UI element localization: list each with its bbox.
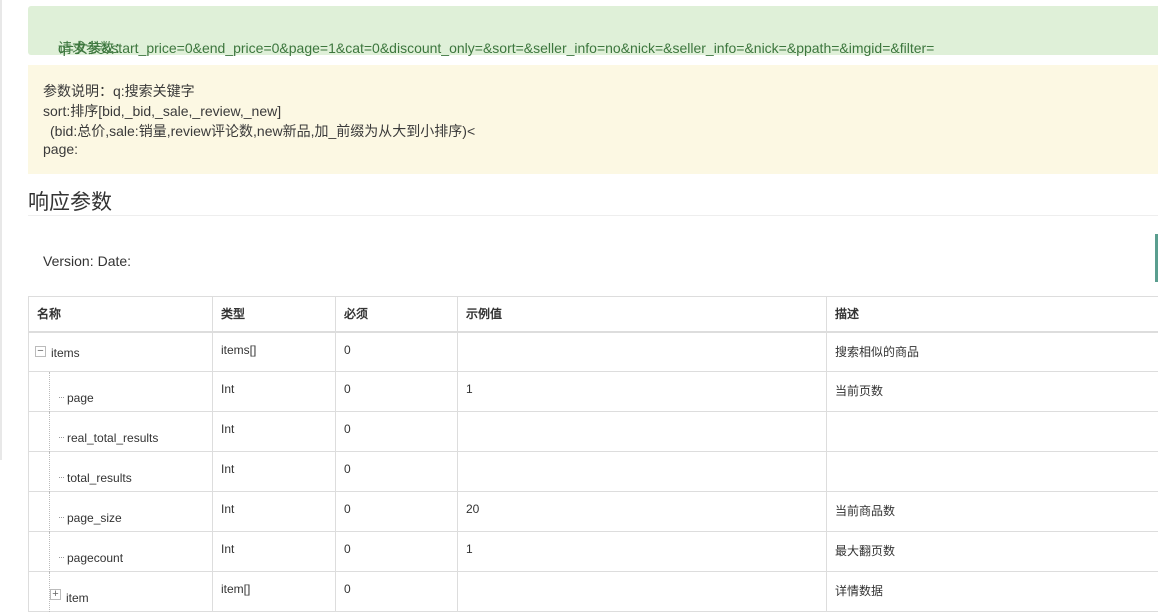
table-header-row: 名称 类型 必须 示例值 描述 xyxy=(29,297,1158,332)
tree-branch-line xyxy=(59,517,64,519)
table-row: total_results Int 0 xyxy=(29,452,1158,492)
row-name: item xyxy=(66,591,89,605)
param-description-box: 参数说明：q:搜索关键字 sort:排序[bid,_bid,_sale,_rev… xyxy=(28,65,1158,174)
header-required: 必须 xyxy=(336,297,458,332)
tree-branch-line xyxy=(59,477,64,479)
row-example: 1 xyxy=(458,372,827,412)
tree-guide-line xyxy=(49,492,51,532)
tree-branch-line xyxy=(59,397,64,399)
version-info: Version:Date: xyxy=(43,253,135,269)
param-desc-line-sort-detail: (bid:总价,sale:销量,review评论数,new新品,加_前缀为从大到… xyxy=(50,121,475,141)
left-rail xyxy=(0,0,2,460)
row-name-cell: page xyxy=(29,372,213,412)
row-example: 1 xyxy=(458,532,827,572)
row-required: 0 xyxy=(336,452,458,492)
row-type: Int xyxy=(213,372,336,412)
row-required: 0 xyxy=(336,532,458,572)
row-example: 20 xyxy=(458,492,827,532)
table-row: page Int 0 1 当前页数 xyxy=(29,372,1158,412)
header-name: 名称 xyxy=(29,297,213,332)
row-name-cell: − items xyxy=(29,332,213,372)
row-desc: 当前商品数 xyxy=(827,492,1158,532)
row-required: 0 xyxy=(336,372,458,412)
row-required: 0 xyxy=(336,332,458,372)
row-name: pagecount xyxy=(67,551,123,565)
row-type: Int xyxy=(213,412,336,452)
row-name-cell: page_size xyxy=(29,492,213,532)
row-desc: 搜索相似的商品 xyxy=(827,332,1158,372)
header-type: 类型 xyxy=(213,297,336,332)
row-name-cell: real_total_results xyxy=(29,412,213,452)
table-row: − items items[] 0 搜索相似的商品 xyxy=(29,332,1158,372)
row-desc: 最大翻页数 xyxy=(827,532,1158,572)
row-type: Int xyxy=(213,532,336,572)
table-row: real_total_results Int 0 xyxy=(29,412,1158,452)
tree-branch-line xyxy=(59,557,64,559)
row-desc xyxy=(827,452,1158,492)
response-params-title: 响应参数 xyxy=(28,186,112,216)
row-example xyxy=(458,332,827,372)
row-name: total_results xyxy=(67,471,132,485)
header-desc: 描述 xyxy=(827,297,1158,332)
row-type: items[] xyxy=(213,332,336,372)
row-name: items xyxy=(51,346,80,360)
row-type: Int xyxy=(213,492,336,532)
row-name: page xyxy=(67,391,94,405)
row-name: page_size xyxy=(67,511,122,525)
row-name: real_total_results xyxy=(67,431,158,445)
table-row: pagecount Int 0 1 最大翻页数 xyxy=(29,532,1158,572)
param-desc-line-q: 参数说明：q:搜索关键字 xyxy=(43,81,195,101)
row-example xyxy=(458,412,827,452)
row-desc xyxy=(827,412,1158,452)
collapse-toggle-icon[interactable]: − xyxy=(35,346,46,357)
row-name-cell: pagecount xyxy=(29,532,213,572)
row-required: 0 xyxy=(336,492,458,532)
request-params-box: 请求参数：q=女装&start_price=0&end_price=0&page… xyxy=(28,6,1158,55)
response-params-table: 名称 类型 必须 示例值 描述 − items items[] 0 搜索相似的商… xyxy=(28,296,1158,612)
row-name-cell: total_results xyxy=(29,452,213,492)
tree-branch-line xyxy=(59,437,64,439)
row-type: Int xyxy=(213,452,336,492)
section-divider xyxy=(28,215,1158,216)
row-desc: 当前页数 xyxy=(827,372,1158,412)
header-example: 示例值 xyxy=(458,297,827,332)
row-example xyxy=(458,452,827,492)
param-desc-line-sort: sort:排序[bid,_bid,_sale,_review,_new] xyxy=(43,101,281,121)
version-label: Version: xyxy=(43,253,94,269)
expand-toggle-icon[interactable]: + xyxy=(50,589,61,600)
date-label: Date: xyxy=(98,253,131,269)
tree-guide-line xyxy=(49,372,51,412)
request-params-value: q=女装&start_price=0&end_price=0&page=1&ca… xyxy=(58,38,934,58)
tree-guide-line xyxy=(49,532,51,572)
row-required: 0 xyxy=(336,412,458,452)
tree-guide-line xyxy=(49,452,51,492)
table-row: page_size Int 0 20 当前商品数 xyxy=(29,492,1158,532)
param-desc-line-page: page: xyxy=(43,141,78,157)
tree-guide-line xyxy=(49,412,51,452)
